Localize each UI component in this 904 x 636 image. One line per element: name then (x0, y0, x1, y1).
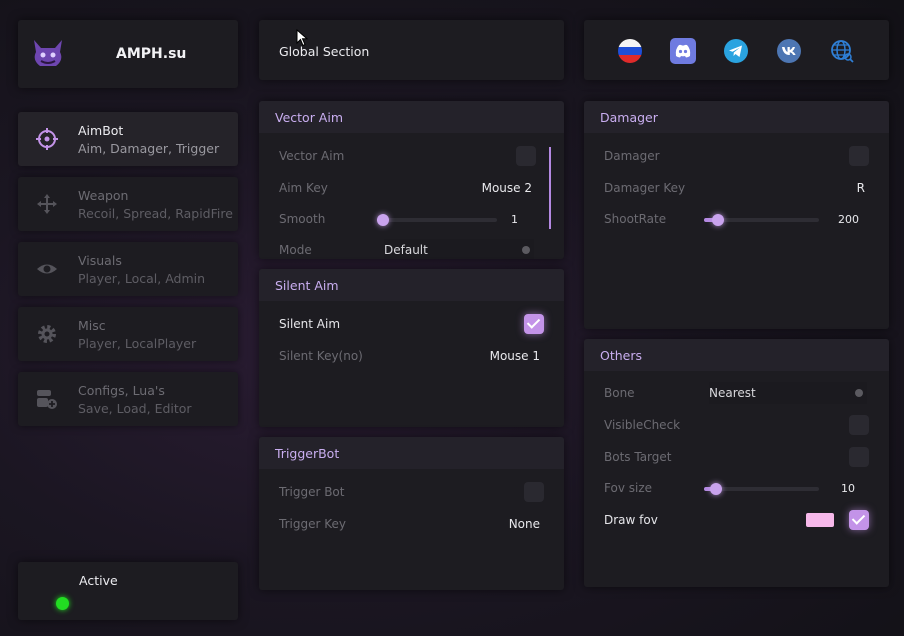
move-arrows-icon (37, 194, 57, 214)
mode-value: Default (384, 243, 428, 257)
sidebar-item-title: AimBot (78, 123, 124, 138)
damager-checkbox[interactable] (849, 146, 869, 166)
visible-check-checkbox[interactable] (849, 415, 869, 435)
gear-icon (38, 325, 56, 343)
section-header: Silent Aim (259, 269, 564, 301)
vector-aim-panel: Vector Aim Vector Aim Aim Key Mouse 2 Sm… (259, 101, 564, 259)
fov-size-label: Fov size (604, 481, 652, 495)
trigger-bot-checkbox[interactable] (524, 482, 544, 502)
fov-size-slider[interactable] (704, 483, 819, 495)
triggerbot-panel: TriggerBot Trigger Bot Trigger Key None (259, 437, 564, 590)
bone-dropdown[interactable]: Nearest (709, 382, 867, 404)
damager-panel: Damager Damager Damager Key R ShootRate … (584, 101, 889, 329)
logo-panel: AMPH.su (18, 20, 238, 88)
damager-label: Damager (604, 149, 660, 163)
mode-label: Mode (279, 243, 312, 257)
section-header: Vector Aim (259, 101, 564, 133)
crosshair-icon (36, 128, 58, 150)
others-panel: Others Bone Nearest VisibleCheck Bots Ta… (584, 339, 889, 587)
sidebar-item-title: Weapon (78, 188, 129, 203)
bone-value: Nearest (709, 386, 756, 400)
slider-knob[interactable] (712, 214, 724, 226)
status-indicator (56, 597, 69, 610)
slider-knob[interactable] (710, 483, 722, 495)
draw-fov-checkbox[interactable] (849, 510, 869, 530)
sidebar-item-title: Visuals (78, 253, 122, 268)
sidebar-item-misc[interactable]: Misc Player, LocalPlayer (18, 307, 238, 361)
vk-icon[interactable] (776, 38, 802, 64)
vector-aim-checkbox[interactable] (516, 146, 536, 166)
bots-target-checkbox[interactable] (849, 447, 869, 467)
globe-icon[interactable] (829, 38, 855, 64)
section-title: Damager (600, 110, 658, 125)
sidebar-item-subtitle: Player, Local, Admin (78, 271, 206, 286)
slider-knob[interactable] (377, 214, 389, 226)
aim-key-label: Aim Key (279, 181, 328, 195)
shootrate-label: ShootRate (604, 212, 667, 226)
damager-key-label: Damager Key (604, 181, 686, 195)
section-title: Vector Aim (275, 110, 344, 125)
section-title: Silent Aim (275, 278, 339, 293)
telegram-icon[interactable] (723, 38, 749, 64)
russia-flag-icon[interactable] (617, 38, 643, 64)
bots-target-label: Bots Target (604, 450, 672, 464)
sidebar-item-subtitle: Recoil, Spread, RapidFire (78, 206, 233, 221)
draw-fov-label: Draw fov (604, 513, 658, 527)
damager-key-value[interactable]: R (857, 181, 865, 195)
devil-logo-icon (34, 40, 62, 66)
config-plus-icon (37, 390, 57, 409)
aim-key-value[interactable]: Mouse 2 (482, 181, 532, 195)
eye-icon (37, 264, 57, 274)
vector-aim-label: Vector Aim (279, 149, 345, 163)
section-header: Damager (584, 101, 889, 133)
silent-key-value[interactable]: Mouse 1 (490, 349, 540, 363)
mouse-cursor-icon (296, 29, 308, 47)
dropdown-indicator (522, 246, 530, 254)
sidebar-item-weapon[interactable]: Weapon Recoil, Spread, RapidFire (18, 177, 238, 231)
shootrate-slider[interactable] (704, 214, 819, 226)
smooth-slider[interactable] (377, 214, 497, 226)
sidebar-item-visuals[interactable]: Visuals Player, Local, Admin (18, 242, 238, 296)
status-panel: Active (18, 562, 238, 620)
dropdown-indicator (855, 389, 863, 397)
scrollbar[interactable] (549, 147, 551, 229)
visible-check-label: VisibleCheck (604, 418, 681, 432)
silent-key-label: Silent Key(no) (279, 349, 363, 363)
section-title: Others (600, 348, 643, 363)
silent-aim-label: Silent Aim (279, 317, 341, 331)
section-title: Global Section (279, 44, 370, 59)
smooth-value: 1 (511, 213, 518, 226)
app-title: AMPH.su (116, 46, 187, 62)
trigger-key-label: Trigger Key (279, 517, 346, 531)
trigger-bot-label: Trigger Bot (279, 485, 345, 499)
shootrate-value: 200 (838, 213, 859, 226)
silent-aim-panel: Silent Aim Silent Aim Silent Key(no) Mou… (259, 269, 564, 427)
section-title: TriggerBot (275, 446, 340, 461)
discord-icon[interactable] (670, 38, 696, 64)
smooth-label: Smooth (279, 212, 326, 226)
mode-dropdown[interactable]: Default (384, 239, 534, 259)
section-header: Others (584, 339, 889, 371)
fov-size-value: 10 (841, 482, 855, 495)
sidebar-item-subtitle: Aim, Damager, Trigger (78, 141, 220, 156)
status-label: Active (79, 573, 118, 588)
trigger-key-value[interactable]: None (509, 517, 540, 531)
sidebar-item-subtitle: Save, Load, Editor (78, 401, 192, 416)
sidebar-item-subtitle: Player, LocalPlayer (78, 336, 197, 351)
sidebar-item-aimbot[interactable]: AimBot Aim, Damager, Trigger (18, 112, 238, 166)
bone-label: Bone (604, 386, 635, 400)
section-header: TriggerBot (259, 437, 564, 469)
sidebar-item-title: Misc (78, 318, 106, 333)
sidebar-item-configs[interactable]: Configs, Lua's Save, Load, Editor (18, 372, 238, 426)
silent-aim-checkbox[interactable] (524, 314, 544, 334)
fov-color-swatch[interactable] (806, 513, 834, 527)
sidebar-item-title: Configs, Lua's (78, 383, 165, 398)
